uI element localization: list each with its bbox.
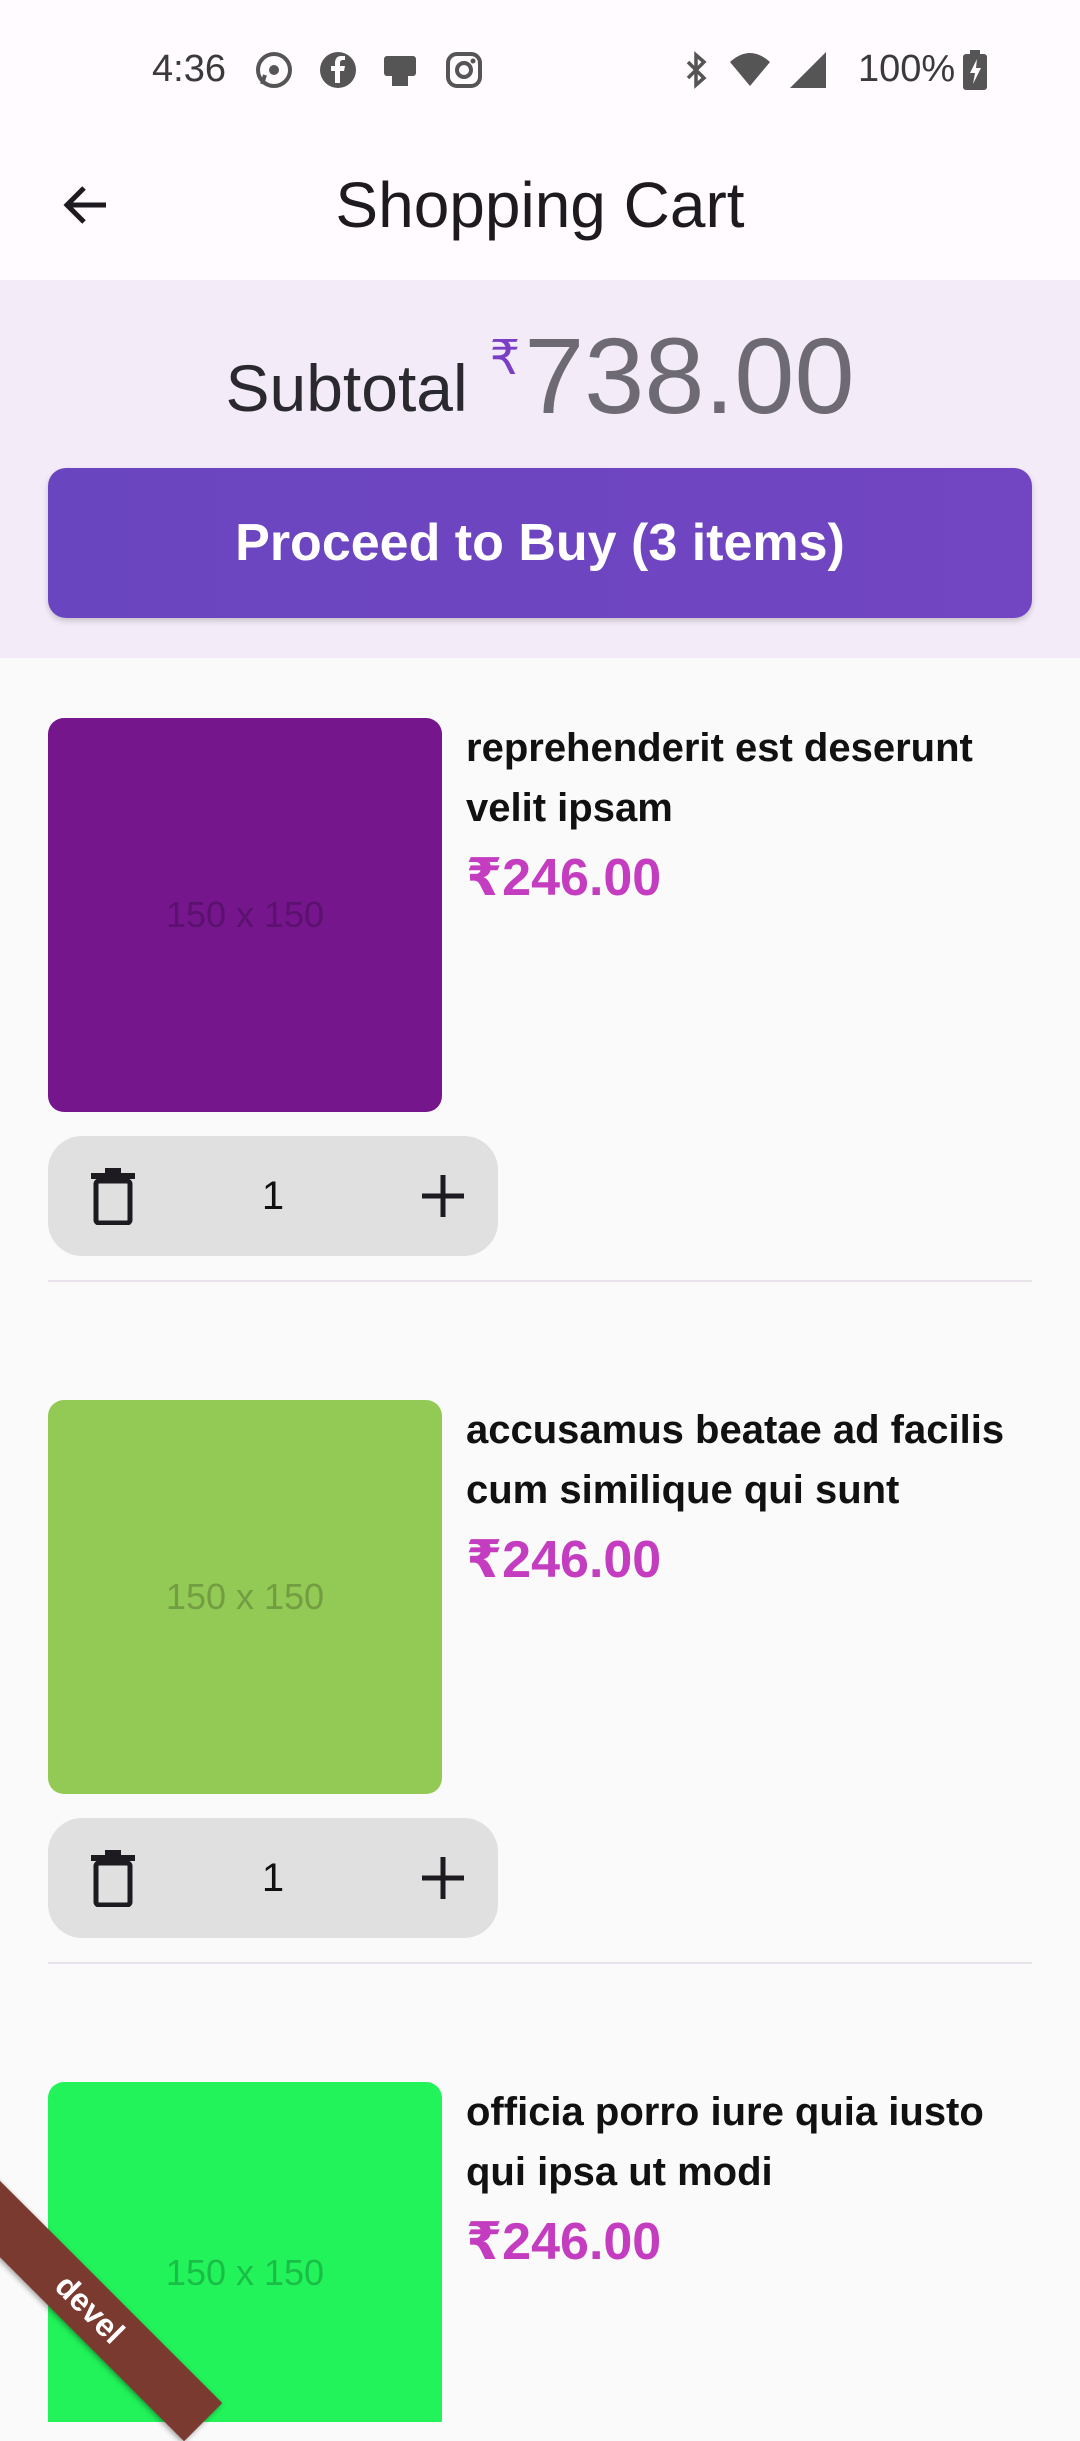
plus-icon [422,1175,464,1217]
product-title[interactable]: accusamus beatae ad facilis cum similiqu… [466,1400,1046,1520]
quantity-value: 1 [261,1855,285,1900]
battery-charging-icon [962,50,1002,90]
increase-quantity-button[interactable] [408,1843,478,1913]
image-placeholder-label: 150 x 150 [165,1576,325,1617]
status-time: 4:36 [152,48,226,90]
delete-button[interactable] [78,1161,148,1231]
status-bar: 4:36 100% [0,0,1080,130]
increase-quantity-button[interactable] [408,1161,478,1231]
facebook-icon [318,50,358,90]
image-placeholder-label: 150 x 150 [165,894,325,935]
product-title[interactable]: reprehenderit est deserunt velit ipsam [466,718,1046,838]
item-divider [48,1962,1032,1964]
app-bar: Shopping Cart [0,130,1080,280]
product-image[interactable]: 150 x 150 [48,718,442,1112]
image-placeholder-label: 150 x 150 [165,2252,325,2293]
product-price: ₹246.00 [466,849,662,907]
plus-icon [422,1857,464,1899]
wifi-icon [728,50,770,90]
whatsapp-icon [254,50,294,90]
page-title: Shopping Cart [335,169,745,241]
currency-symbol: ₹ [489,332,521,385]
product-price: ₹246.00 [466,1531,662,1589]
product-title[interactable]: officia porro iure quia iusto qui ipsa u… [466,2082,1046,2202]
trash-icon [91,1850,135,1907]
subtotal-panel: Subtotal ₹ 738.00 Proceed to Buy (3 item… [0,280,1080,658]
arrow-back-icon [63,186,106,224]
cart-item: 150 x 150 accusamus beatae ad facilis cu… [0,1340,1080,2022]
cart-item: 150 x 150 reprehenderit est deserunt vel… [0,658,1080,1340]
quantity-stepper: 1 [48,1818,498,1938]
delete-button[interactable] [78,1843,148,1913]
subtotal-label: Subtotal [225,351,468,425]
battery-percent: 100% [858,48,956,90]
instagram-icon [444,50,484,90]
quantity-value: 1 [261,1173,285,1218]
subtotal-row: Subtotal ₹ 738.00 [0,310,1080,430]
proceed-to-buy-button[interactable]: Proceed to Buy (3 items) [48,468,1032,618]
signal-icon [786,50,826,90]
quantity-stepper: 1 [48,1136,498,1256]
product-image[interactable]: 150 x 150 [48,1400,442,1794]
bluetooth-icon [676,50,716,90]
product-image[interactable]: 150 x 150 [48,2082,442,2422]
back-button[interactable] [40,160,130,250]
product-price: ₹246.00 [466,2213,662,2271]
item-divider [48,1280,1032,1282]
cast-icon [380,50,420,90]
trash-icon [91,1168,135,1225]
subtotal-amount: 738.00 [524,315,855,436]
